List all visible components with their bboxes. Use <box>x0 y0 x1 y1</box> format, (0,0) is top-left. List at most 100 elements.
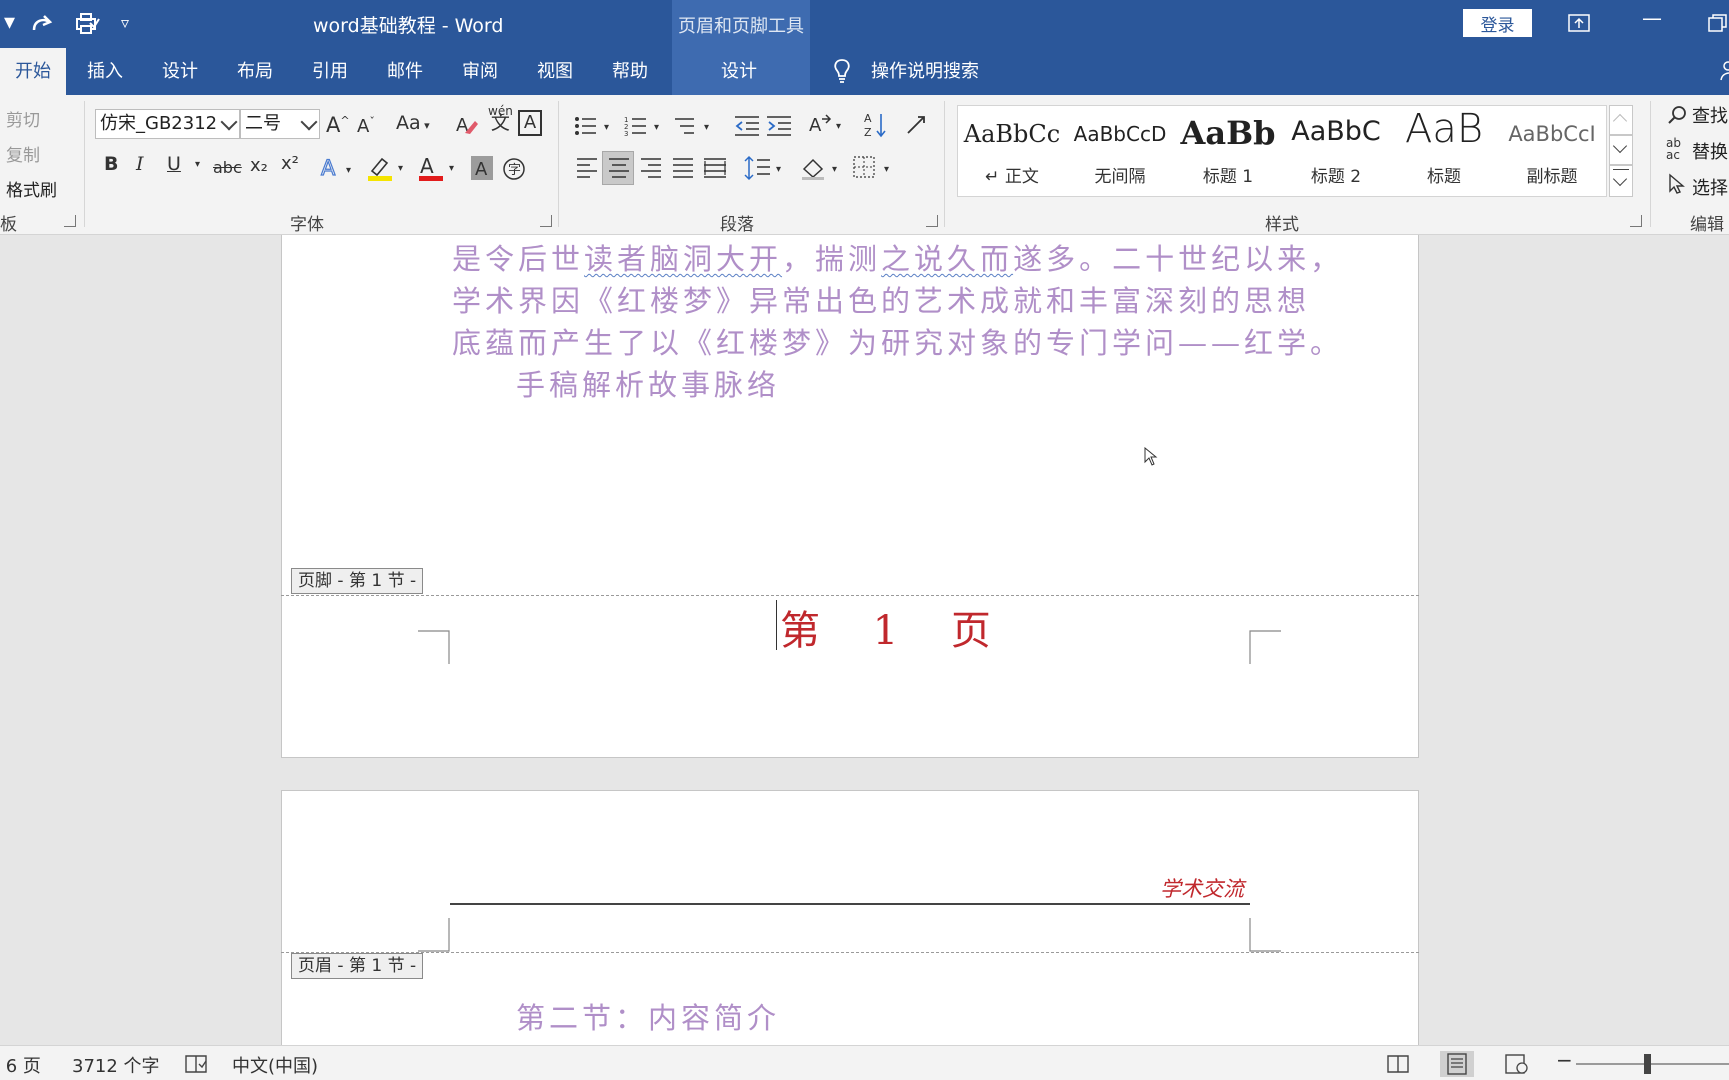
svg-text:Z: Z <box>864 126 872 139</box>
tab-help[interactable]: 帮助 <box>603 48 657 95</box>
tell-me-search[interactable]: 操作说明搜索 <box>871 48 979 95</box>
svg-text:A: A <box>864 112 872 125</box>
numbering-icon[interactable]: 1 2 3 ▾ <box>624 115 664 137</box>
select-button[interactable]: 选择 <box>1692 174 1728 200</box>
character-shading-icon[interactable]: A <box>470 155 494 181</box>
grow-font-button[interactable]: A^ <box>326 113 350 137</box>
svg-text:▾: ▾ <box>884 164 889 175</box>
style-subtitle[interactable]: AaBbCcI 副标题 <box>1498 106 1606 196</box>
zoom-slider-thumb[interactable] <box>1644 1054 1651 1074</box>
copy-button[interactable]: 复制 <box>6 141 40 166</box>
chevron-down-icon[interactable] <box>220 113 238 131</box>
font-name-combo[interactable]: 仿宋_GB2312 <box>95 109 240 139</box>
print-preview-icon[interactable] <box>74 11 100 35</box>
share-person-icon[interactable] <box>1720 60 1729 82</box>
show-formatting-marks-icon[interactable] <box>904 113 930 137</box>
enclose-characters-icon[interactable]: 字 <box>502 157 526 181</box>
align-center-button[interactable] <box>602 151 634 185</box>
style-normal[interactable]: AaBbCc ↵ 正文 <box>958 106 1066 196</box>
multilevel-list-icon[interactable]: ▾ <box>674 115 714 137</box>
style-no-spacing[interactable]: AaBbCcD 无间隔 <box>1066 106 1174 196</box>
customize-qat-icon[interactable]: ▿ <box>121 13 129 32</box>
body-text-line[interactable]: 是令后世读者脑洞大开，揣测之说久而遂多。二十世纪以来， <box>452 236 1343 278</box>
style-heading-2[interactable]: AaBbC 标题 2 <box>1282 106 1390 196</box>
print-layout-button[interactable] <box>1440 1051 1474 1077</box>
page-count[interactable]: 共 6 页 <box>0 1052 41 1078</box>
highlight-color-icon[interactable]: ▾ <box>366 153 410 183</box>
style-name: ↵ 正文 <box>985 167 1039 187</box>
strikethrough-button[interactable]: abc <box>213 158 242 177</box>
tab-review[interactable]: 审阅 <box>453 48 507 95</box>
restore-icon[interactable] <box>1708 14 1728 32</box>
word-count[interactable]: 3712 个字 <box>72 1052 160 1078</box>
clipboard-launcher-icon[interactable] <box>64 215 76 227</box>
replace-button[interactable]: 替换 <box>1692 138 1728 164</box>
subscript-button[interactable]: x₂ <box>250 155 268 176</box>
chinese-layout-icon[interactable]: A ▾ <box>808 113 848 137</box>
bold-button[interactable]: B <box>104 153 118 175</box>
tab-design[interactable]: 设计 <box>153 48 207 95</box>
ribbon-display-options-icon[interactable] <box>1568 14 1590 32</box>
distributed-icon[interactable] <box>703 157 727 179</box>
style-title[interactable]: AaB 标题 <box>1390 106 1498 196</box>
chevron-down-icon[interactable] <box>300 113 318 131</box>
text-effects-icon[interactable]: A ▾ <box>320 155 356 181</box>
underline-dropdown-icon[interactable]: ▾ <box>195 159 200 170</box>
read-mode-icon[interactable] <box>1381 1051 1415 1077</box>
body-text-line[interactable]: 学术界因《红楼梦》异常出色的艺术成就和丰富深刻的思想 <box>452 278 1310 320</box>
header-text[interactable]: 学术交流 <box>1160 873 1244 903</box>
shading-icon[interactable]: ▾ <box>800 155 844 181</box>
line-spacing-icon[interactable]: ▾ <box>744 155 786 181</box>
decrease-indent-icon[interactable] <box>734 115 760 137</box>
align-left-icon[interactable] <box>576 157 598 179</box>
borders-icon[interactable]: ▾ <box>852 155 896 181</box>
justify-icon[interactable] <box>672 157 694 179</box>
styles-more[interactable] <box>1609 165 1633 197</box>
style-preview: AaBbCcD <box>1073 122 1167 146</box>
increase-indent-icon[interactable] <box>766 115 792 137</box>
align-right-icon[interactable] <box>640 157 662 179</box>
language-indicator[interactable]: 中文(中国) <box>232 1052 318 1078</box>
login-button[interactable]: 登录 <box>1463 9 1532 37</box>
phonetic-guide-button[interactable]: wén 文 <box>488 105 513 133</box>
styles-scroll-down[interactable] <box>1609 135 1633 165</box>
italic-button[interactable]: I <box>136 153 144 175</box>
tab-layout[interactable]: 布局 <box>228 48 282 95</box>
zoom-slider-track[interactable] <box>1576 1063 1729 1065</box>
clear-formatting-icon[interactable]: A <box>455 113 479 137</box>
sort-icon[interactable]: A Z <box>864 111 888 139</box>
web-layout-icon[interactable] <box>1500 1051 1534 1077</box>
document-area[interactable]: 是令后世读者脑洞大开，揣测之说久而遂多。二十世纪以来， 学术界因《红楼梦》异常出… <box>0 235 1729 1045</box>
font-launcher-icon[interactable] <box>540 215 552 227</box>
section-heading[interactable]: 第二节：内容简介 <box>516 995 780 1037</box>
tab-references[interactable]: 引用 <box>303 48 357 95</box>
styles-scroll-up[interactable] <box>1609 105 1633 135</box>
minimize-icon[interactable]: — <box>1642 6 1662 30</box>
redo-icon[interactable] <box>30 12 54 34</box>
style-heading-1[interactable]: AaBb 标题 1 <box>1174 106 1282 196</box>
change-case-button[interactable]: Aa ▾ <box>396 112 430 134</box>
shrink-font-button[interactable]: Aˇ <box>357 115 375 137</box>
body-text-line[interactable]: 底蕴而产生了以《红楼梦》为研究对象的专门学问——红学。 <box>452 320 1343 362</box>
zoom-out-icon[interactable]: − <box>1556 1048 1573 1072</box>
superscript-button[interactable]: x² <box>281 153 299 174</box>
paragraph-launcher-icon[interactable] <box>926 215 938 227</box>
body-text-line[interactable]: 手稿解析故事脉络 <box>516 362 780 404</box>
underline-button[interactable]: U <box>167 153 181 175</box>
tab-mailings[interactable]: 邮件 <box>378 48 432 95</box>
footer-page-number[interactable]: 第 1 页 <box>780 598 1011 656</box>
tab-header-footer-design[interactable]: 设计 <box>712 48 766 95</box>
tab-insert[interactable]: 插入 <box>78 48 132 95</box>
font-size-combo[interactable]: 二号 <box>240 109 320 139</box>
bullets-icon[interactable]: ▾ <box>574 115 614 137</box>
cut-button[interactable]: 剪切 <box>6 106 40 131</box>
find-button[interactable]: 查找 <box>1692 102 1728 128</box>
format-painter-button[interactable]: 格式刷 <box>6 176 57 201</box>
tab-home[interactable]: 开始 <box>0 48 66 95</box>
font-color-icon[interactable]: A ▾ <box>417 153 461 183</box>
styles-launcher-icon[interactable] <box>1630 215 1642 227</box>
undo-dropdown-icon[interactable]: ▾ <box>4 10 15 35</box>
character-border-button[interactable]: A <box>518 110 542 136</box>
proofing-book-icon[interactable] <box>184 1054 208 1074</box>
tab-view[interactable]: 视图 <box>528 48 582 95</box>
